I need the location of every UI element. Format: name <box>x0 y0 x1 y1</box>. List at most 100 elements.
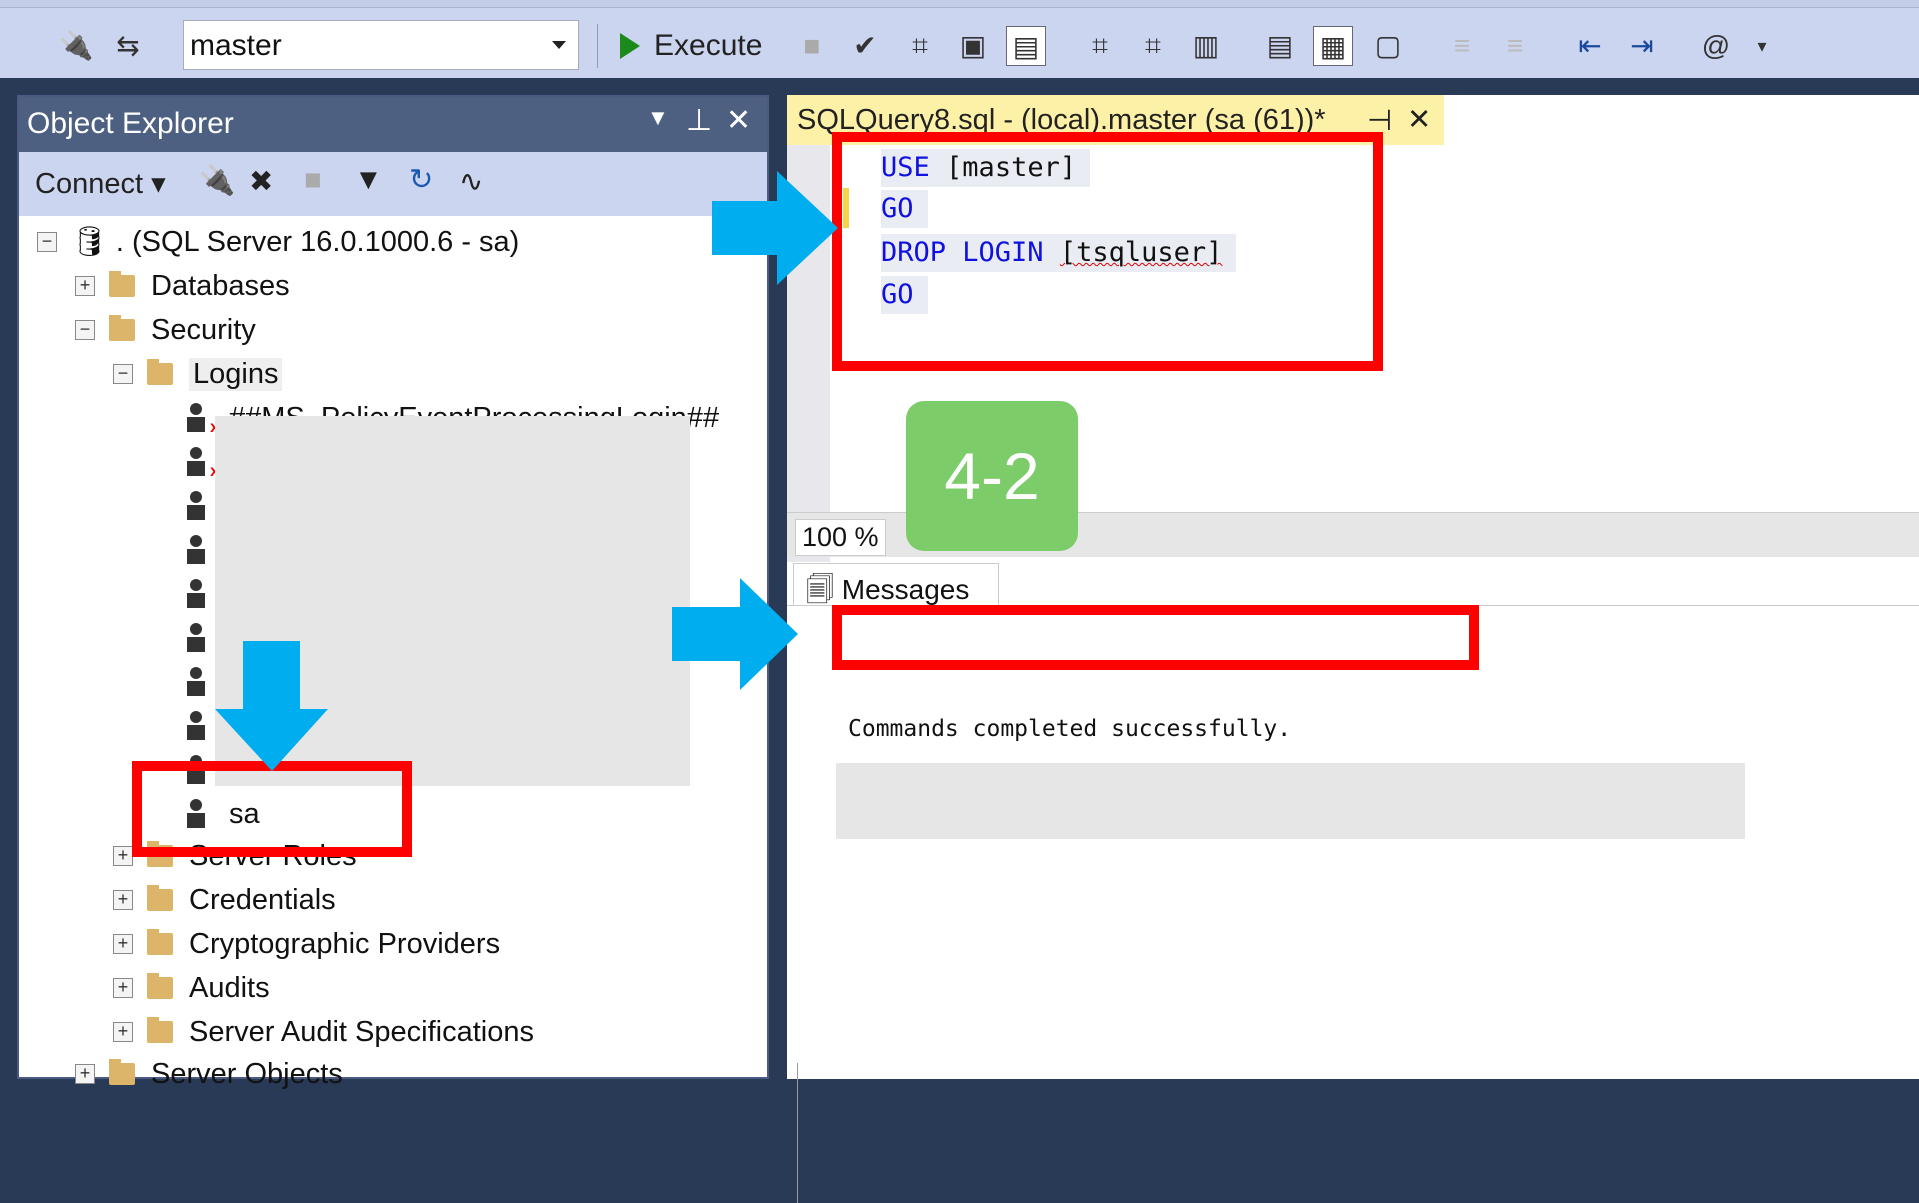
folder-icon <box>147 1017 173 1043</box>
filter-icon[interactable]: ▼ <box>354 164 383 197</box>
node-label: . (SQL Server 16.0.1000.6 - sa) <box>115 225 520 258</box>
live-stats-icon[interactable]: ⌗ <box>1133 26 1173 66</box>
messages-icon: 🗐 <box>806 574 842 605</box>
highlight-box-sa <box>132 761 412 857</box>
results-text-icon[interactable]: ▤ <box>1260 26 1300 66</box>
connect-icon[interactable]: 🔌 <box>56 26 96 66</box>
node-label: Databases <box>151 269 290 302</box>
intellisense-icon[interactable]: ▤ <box>1006 26 1046 66</box>
folder-icon <box>109 315 135 341</box>
tree-node-security[interactable]: − Security <box>75 308 256 352</box>
tree-node-server-objects[interactable]: + Server Objects <box>75 1052 343 1096</box>
tab-label: Messages <box>841 574 970 605</box>
highlight-box-code <box>832 132 1383 371</box>
execute-button[interactable]: Execute <box>620 24 762 68</box>
arrow-down-icon <box>215 641 328 771</box>
activity-monitor-icon[interactable]: ∿ <box>459 164 483 199</box>
highlight-box-message <box>832 605 1479 670</box>
indent-icon[interactable]: ⇥ <box>1622 26 1662 66</box>
node-label: Server Objects <box>151 1057 343 1090</box>
results-file-icon[interactable]: ▢ <box>1368 26 1408 66</box>
node-label: Server Audit Specifications <box>189 1015 534 1048</box>
tree-node-databases[interactable]: + Databases <box>75 264 290 308</box>
step-badge: 4-2 <box>906 401 1078 551</box>
arrow-right-icon <box>672 578 798 690</box>
results-pane: Commands completed successfully. <box>787 605 1919 1203</box>
uncomment-icon[interactable]: ≡ <box>1495 26 1535 66</box>
node-label: Credentials <box>189 883 336 916</box>
user-icon <box>185 623 207 653</box>
user-icon <box>185 711 207 741</box>
expand-icon[interactable]: + <box>75 276 95 296</box>
folder-icon <box>147 929 173 955</box>
disabled-user-icon: x <box>185 403 219 436</box>
divider <box>797 1063 798 1203</box>
folder-icon <box>109 271 135 297</box>
close-icon[interactable]: ✕ <box>1407 102 1431 137</box>
stop-icon[interactable]: ■ <box>792 26 832 66</box>
user-icon <box>185 535 207 565</box>
node-label: Audits <box>189 971 270 1004</box>
tree-node-audit-specs[interactable]: + Server Audit Specifications <box>113 1010 534 1054</box>
toolbar: 🔌 ⇆ master Execute ■ ✔ ⌗ ▣ ▤ ⌗ ⌗ ▥ ▤ ▦ ▢… <box>0 0 1919 78</box>
redaction-block <box>836 763 1745 839</box>
folder-icon <box>109 1059 135 1085</box>
connect-dropdown[interactable]: Connect ▾ <box>35 166 166 201</box>
expand-icon[interactable]: + <box>113 934 133 954</box>
tree-node-audits[interactable]: + Audits <box>113 966 270 1010</box>
expand-icon[interactable]: + <box>113 890 133 910</box>
query-options-icon[interactable]: ▣ <box>953 26 993 66</box>
user-icon <box>185 667 207 697</box>
tree-node-logins[interactable]: − Logins <box>113 352 283 396</box>
panel-title: Object Explorer <box>27 107 234 140</box>
collapse-icon[interactable]: − <box>37 232 57 252</box>
tree-node-crypto[interactable]: + Cryptographic Providers <box>113 922 500 966</box>
change-connection-icon[interactable]: ⇆ <box>108 26 148 66</box>
include-plan-icon[interactable]: ⌗ <box>1080 26 1120 66</box>
divider <box>597 24 598 68</box>
collapse-icon[interactable]: − <box>75 320 95 340</box>
expand-icon[interactable]: + <box>113 846 133 866</box>
database-select[interactable]: master <box>183 20 579 70</box>
stop-icon[interactable]: ■ <box>304 164 322 197</box>
zoom-level[interactable]: 100 % <box>795 519 886 556</box>
specify-values-icon[interactable]: @ <box>1696 26 1736 66</box>
play-icon <box>620 33 640 59</box>
refresh-icon[interactable]: ↻ <box>409 162 433 197</box>
tree-node-server[interactable]: − 🛢. (SQL Server 16.0.1000.6 - sa) <box>37 220 519 264</box>
collapse-icon[interactable]: − <box>113 364 133 384</box>
disconnect-icon[interactable]: ✖ <box>249 164 273 199</box>
comment-icon[interactable]: ≡ <box>1442 26 1482 66</box>
folder-icon <box>147 359 173 385</box>
execute-label: Execute <box>654 29 763 62</box>
object-explorer-titlebar: Object Explorer ▼ ⊥ ✕ <box>19 97 767 152</box>
pin-icon[interactable]: ⊥ <box>686 103 712 138</box>
close-icon[interactable]: ✕ <box>726 103 751 138</box>
tree-node-credentials[interactable]: + Credentials <box>113 878 336 922</box>
server-icon: 🛢 <box>71 226 108 258</box>
results-grid-icon[interactable]: ▦ <box>1313 26 1353 66</box>
parse-check-icon[interactable]: ✔ <box>845 26 885 66</box>
expand-icon[interactable]: + <box>75 1064 95 1084</box>
node-label: Security <box>151 313 256 346</box>
folder-icon <box>147 973 173 999</box>
client-stats-icon[interactable]: ▥ <box>1186 26 1226 66</box>
toolbar-strip <box>0 0 1919 8</box>
dropdown-icon[interactable]: ▼ <box>647 105 669 131</box>
connect-label: Connect <box>35 168 144 200</box>
node-label: Logins <box>189 357 283 391</box>
database-value: master <box>190 29 282 62</box>
expand-icon[interactable]: + <box>113 978 133 998</box>
arrow-right-icon <box>712 171 838 285</box>
chevron-down-icon <box>552 41 566 49</box>
node-label: Cryptographic Providers <box>189 927 501 960</box>
disabled-user-icon: x <box>185 447 219 480</box>
connect-plug-icon[interactable]: 🔌 <box>199 164 235 198</box>
overflow-icon[interactable]: ▾ <box>1742 26 1782 66</box>
user-icon <box>185 491 207 521</box>
display-plan-icon[interactable]: ⌗ <box>900 26 940 66</box>
tab-messages[interactable]: 🗐 Messages <box>793 563 999 605</box>
object-explorer-toolbar: Connect ▾ 🔌 ✖ ■ ▼ ↻ ∿ <box>19 152 767 216</box>
outdent-icon[interactable]: ⇤ <box>1570 26 1610 66</box>
expand-icon[interactable]: + <box>113 1022 133 1042</box>
